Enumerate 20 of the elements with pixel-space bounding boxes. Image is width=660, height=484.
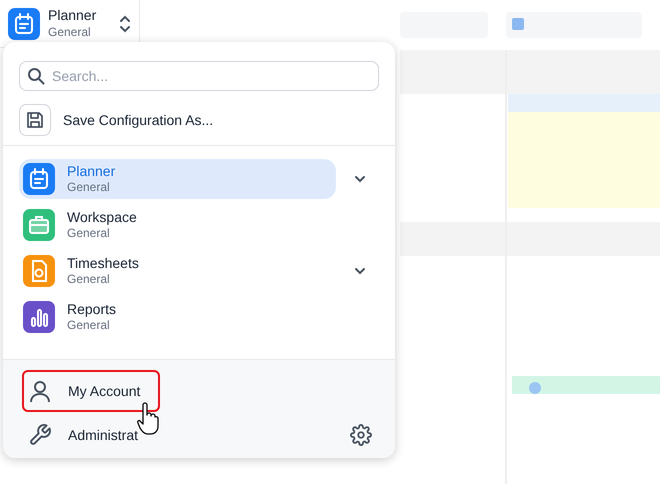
calendar-icon [8,8,40,40]
hand-cursor-icon [137,402,159,436]
search-field[interactable]: Search... [19,61,379,91]
save-icon [19,104,51,136]
chevron-down-icon[interactable] [354,267,366,275]
chevron-up-down-icon[interactable] [119,14,131,32]
app-title: Planner [48,7,96,25]
settings-icon[interactable] [350,424,372,446]
footer-menu-item[interactable]: Administrat [22,414,160,456]
save-configuration-button[interactable]: Save Configuration As... [19,103,214,137]
user-icon [28,379,52,403]
app-menu-item[interactable]: Workspace General [19,205,336,245]
chevron-down-icon[interactable] [354,175,366,183]
app-subtitle: General [48,24,92,40]
app-menu-item[interactable]: Planner General [19,159,336,199]
app-menu-item[interactable]: Reports General [19,297,336,337]
footer-menu-item[interactable]: My Account [22,370,160,412]
wrench-icon [28,423,52,447]
search-icon [27,67,45,85]
app-menu-item[interactable]: Timesheets General [19,251,336,291]
